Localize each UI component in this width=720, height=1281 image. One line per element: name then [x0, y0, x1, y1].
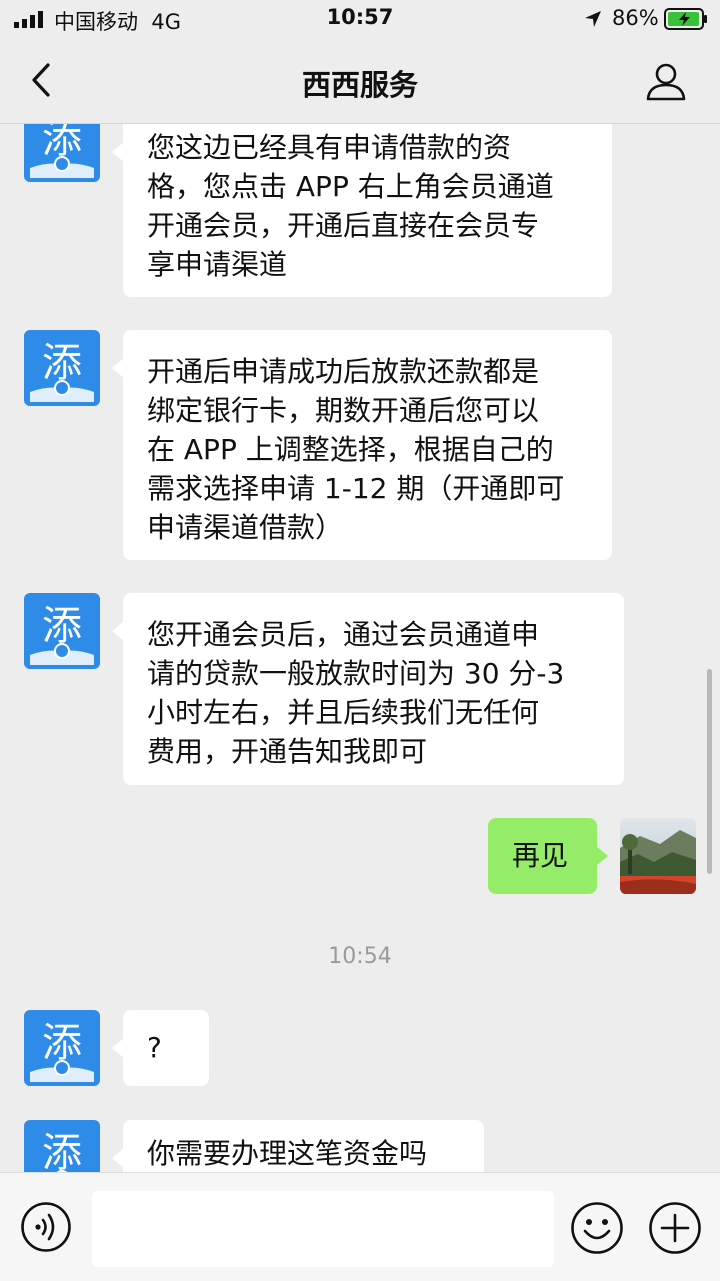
message-bubble[interactable]: 您开通会员后，通过会员通道申 请的贷款一般放款时间为 30 分-3 小时左右，并…	[123, 593, 624, 785]
avatar-glyph: 添	[42, 603, 82, 649]
message-bubble[interactable]: 再见	[488, 818, 597, 894]
battery-percent: 86%	[612, 6, 659, 30]
contact-avatar[interactable]: 添	[24, 593, 100, 669]
contact-avatar[interactable]: 添	[24, 330, 100, 406]
message-timestamp: 10:54	[328, 944, 392, 969]
message-input[interactable]	[92, 1191, 554, 1267]
contact-avatar[interactable]: 添	[24, 124, 100, 182]
chat-area[interactable]: 添 您这边已经具有申请借款的资 格，您点击 APP 右上角会员通道 开通会员，开…	[0, 124, 720, 1172]
nav-bar: 西西服务	[0, 40, 720, 124]
avatar-logo-icon: 添	[24, 1010, 100, 1086]
person-icon[interactable]	[645, 60, 687, 102]
avatar-glyph: 添	[42, 1130, 82, 1172]
contact-avatar[interactable]: 添	[24, 1120, 100, 1172]
chat-title: 西西服务	[301, 68, 418, 102]
scrollbar[interactable]	[707, 669, 712, 874]
status-bar: 中国移动 4G 10:57 86%	[0, 0, 720, 40]
avatar-logo-icon: 添	[24, 593, 100, 669]
message-bubble[interactable]: 开通后申请成功后放款还款都是 绑定银行卡，期数开通后您可以 在 APP 上调整选…	[123, 330, 612, 560]
avatar-glyph: 添	[42, 340, 82, 386]
avatar-logo-icon: 添	[24, 124, 100, 182]
avatar-logo-icon: 添	[24, 330, 100, 406]
landscape-photo-icon	[620, 818, 696, 894]
plus-icon[interactable]	[648, 1201, 702, 1255]
location-arrow-icon	[585, 11, 601, 27]
emoji-icon[interactable]	[570, 1201, 624, 1255]
avatar-logo-icon: 添	[24, 1120, 100, 1172]
message-bubble[interactable]: 你需要办理这笔资金吗	[123, 1120, 484, 1172]
message-bubble[interactable]: ?	[123, 1010, 209, 1086]
user-avatar[interactable]	[620, 818, 696, 894]
message-bubble[interactable]: 您这边已经具有申请借款的资 格，您点击 APP 右上角会员通道 开通会员，开通后…	[123, 124, 612, 297]
voice-icon[interactable]	[20, 1201, 72, 1253]
bubble-tail	[596, 846, 608, 866]
contact-avatar[interactable]: 添	[24, 1010, 100, 1086]
input-bar	[0, 1172, 720, 1281]
avatar-glyph: 添	[42, 1020, 82, 1066]
battery-charging-icon	[664, 8, 707, 30]
